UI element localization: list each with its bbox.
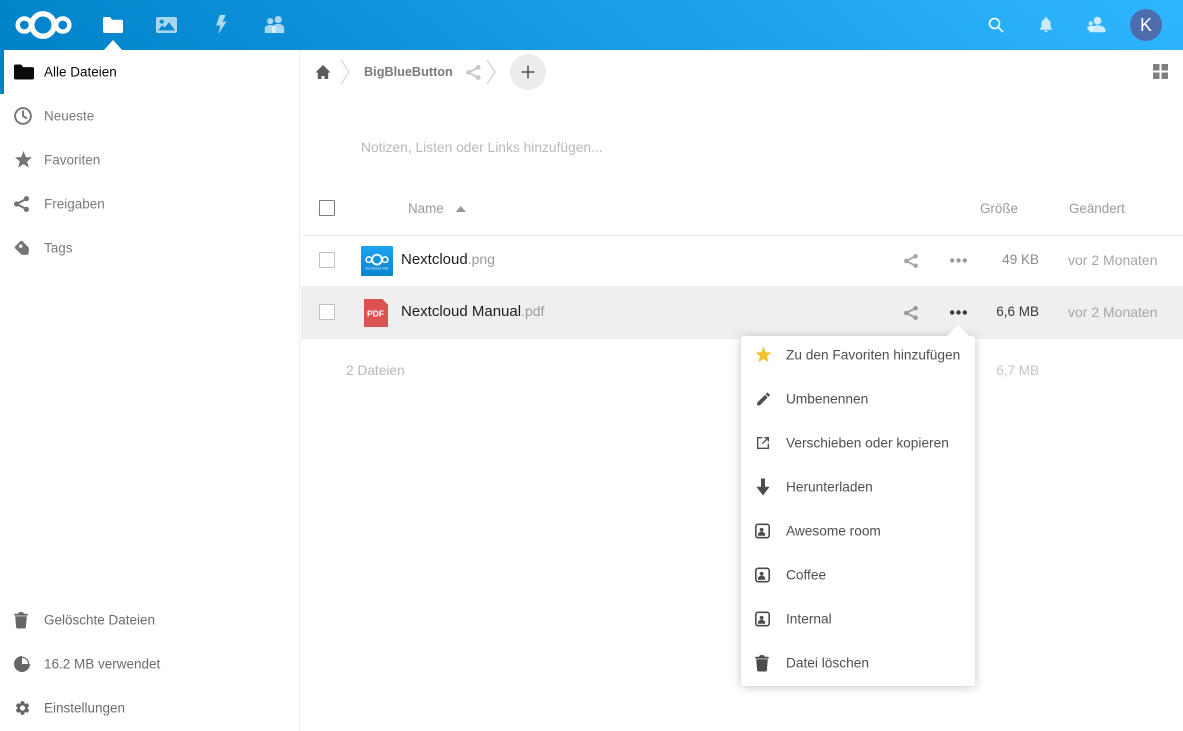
svg-text:PDF: PDF (367, 309, 384, 319)
svg-text:Nextcloud Hub: Nextcloud Hub (366, 266, 389, 270)
